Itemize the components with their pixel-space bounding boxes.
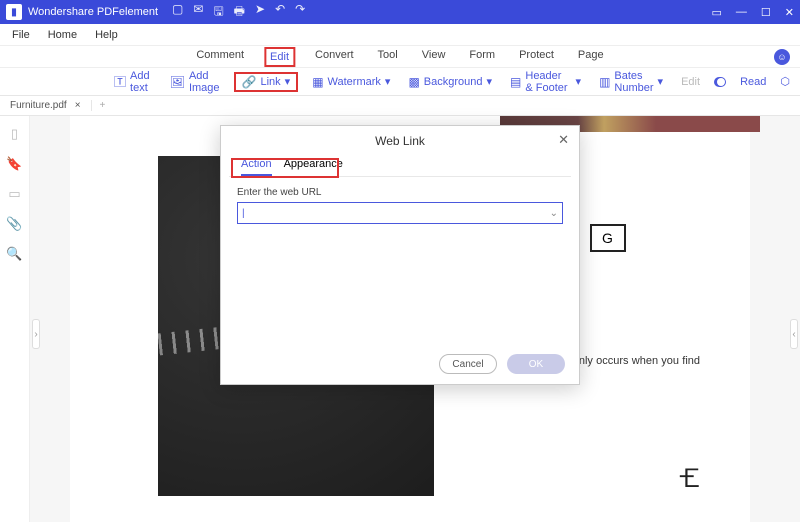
- share-icon[interactable]: ➤: [255, 2, 265, 23]
- tab-page[interactable]: Page: [574, 47, 608, 67]
- right-panel-handle[interactable]: ‹: [790, 319, 798, 349]
- left-panel-handle[interactable]: ›: [32, 319, 40, 349]
- background-button[interactable]: ▩Background▾: [404, 73, 496, 91]
- chevron-down-icon: ▾: [285, 75, 291, 88]
- bates-icon: ▥: [599, 75, 610, 89]
- dialog-close-button[interactable]: ✕: [558, 132, 569, 148]
- page-heading-box: G: [590, 224, 626, 252]
- document-tab[interactable]: Furniture.pdf ×: [0, 100, 92, 111]
- redo-icon[interactable]: ↷: [295, 2, 305, 23]
- search-icon[interactable]: 🔍: [6, 246, 22, 262]
- dialog-title: Web Link: [221, 126, 579, 152]
- close-tab-icon[interactable]: ×: [75, 100, 81, 111]
- quick-access-toolbar: ▢ ✉ 🖫 🖶 ➤ ↶ ↷: [172, 2, 305, 23]
- new-tab-button[interactable]: +: [92, 100, 114, 111]
- mode-edit-label: Edit: [677, 74, 704, 90]
- window-close-icon[interactable]: ✕: [785, 6, 794, 19]
- window-collapse-icon[interactable]: ▭: [712, 6, 722, 19]
- add-text-button[interactable]: 🅃Add text: [110, 68, 156, 96]
- menu-help[interactable]: Help: [95, 29, 118, 41]
- background-icon: ▩: [408, 75, 419, 89]
- undo-icon[interactable]: ↶: [275, 2, 285, 23]
- chevron-down-icon: ▾: [385, 75, 391, 88]
- bookmarks-icon[interactable]: 🔖: [6, 156, 22, 172]
- mail-icon[interactable]: ✉: [193, 2, 203, 23]
- dialog-body: Enter the web URL | ⌄: [221, 177, 579, 344]
- ribbon-tabs: Comment Edit Convert Tool View Form Prot…: [0, 46, 800, 68]
- chevron-down-icon: ▾: [658, 75, 664, 88]
- dialog-tab-action[interactable]: Action: [241, 158, 272, 176]
- add-image-button[interactable]: 🖼Add Image: [166, 68, 224, 96]
- tab-form[interactable]: Form: [465, 47, 499, 67]
- user-avatar-icon[interactable]: ☺: [774, 49, 790, 65]
- tab-tool[interactable]: Tool: [374, 47, 402, 67]
- document-tab-label: Furniture.pdf: [10, 100, 67, 111]
- header-footer-button[interactable]: ▤Header & Footer▾: [506, 68, 585, 96]
- document-tabs: Furniture.pdf × +: [0, 96, 800, 116]
- dialog-tab-appearance[interactable]: Appearance: [284, 158, 343, 176]
- tab-comment[interactable]: Comment: [192, 47, 248, 67]
- watermark-button[interactable]: ▦Watermark▾: [308, 73, 394, 91]
- chevron-down-icon: ▾: [576, 75, 582, 88]
- left-sidebar: ▯ 🔖 ▭ 📎 🔍: [0, 116, 30, 522]
- menu-bar: File Home Help: [0, 24, 800, 46]
- dialog-footer: Cancel OK: [221, 344, 579, 384]
- window-minimize-icon[interactable]: —: [736, 6, 747, 19]
- chair-icon: 🝗: [678, 449, 700, 502]
- watermark-icon: ▦: [312, 75, 323, 89]
- window-controls: ▭ — ☐ ✕: [712, 6, 795, 19]
- header-footer-icon: ▤: [510, 75, 521, 89]
- window-maximize-icon[interactable]: ☐: [761, 6, 771, 19]
- title-bar: ▮ Wondershare PDFelement ▢ ✉ 🖫 🖶 ➤ ↶ ↷ ▭…: [0, 0, 800, 24]
- thumbnails-icon[interactable]: ▯: [11, 126, 18, 142]
- chevron-down-icon: ▾: [487, 75, 493, 88]
- url-input[interactable]: | ⌄: [237, 202, 563, 224]
- link-button[interactable]: 🔗Link▾: [234, 72, 299, 92]
- attachments-icon[interactable]: 📎: [6, 216, 22, 232]
- print-icon[interactable]: 🖶: [234, 2, 245, 23]
- link-icon: 🔗: [242, 75, 257, 89]
- bates-number-button[interactable]: ▥Bates Number▾: [595, 68, 667, 96]
- tab-edit[interactable]: Edit: [264, 47, 295, 67]
- tab-convert[interactable]: Convert: [311, 47, 358, 67]
- app-logo-icon: ▮: [6, 4, 22, 20]
- menu-file[interactable]: File: [12, 29, 30, 41]
- edit-toolbar: 🅃Add text 🖼Add Image 🔗Link▾ ▦Watermark▾ …: [0, 68, 800, 96]
- tab-view[interactable]: View: [418, 47, 450, 67]
- tab-protect[interactable]: Protect: [515, 47, 558, 67]
- settings-gear-icon[interactable]: ⬡: [780, 75, 790, 88]
- comments-icon[interactable]: ▭: [8, 186, 20, 202]
- menu-home[interactable]: Home: [48, 29, 77, 41]
- image-icon: 🖼: [170, 75, 185, 89]
- edit-read-toggle[interactable]: [714, 77, 726, 87]
- save-icon[interactable]: 🖫: [213, 2, 223, 23]
- cancel-button[interactable]: Cancel: [439, 354, 497, 374]
- url-input-value: |: [242, 208, 245, 219]
- open-icon[interactable]: ▢: [172, 2, 183, 23]
- app-title: Wondershare PDFelement: [28, 6, 158, 18]
- text-icon: 🅃: [114, 73, 126, 90]
- url-field-label: Enter the web URL: [237, 187, 563, 198]
- web-link-dialog: Web Link ✕ Action Appearance Enter the w…: [220, 125, 580, 385]
- dialog-tabs: Action Appearance: [229, 152, 571, 177]
- mode-read-label: Read: [736, 74, 770, 90]
- chevron-down-icon[interactable]: ⌄: [550, 208, 558, 219]
- ok-button[interactable]: OK: [507, 354, 565, 374]
